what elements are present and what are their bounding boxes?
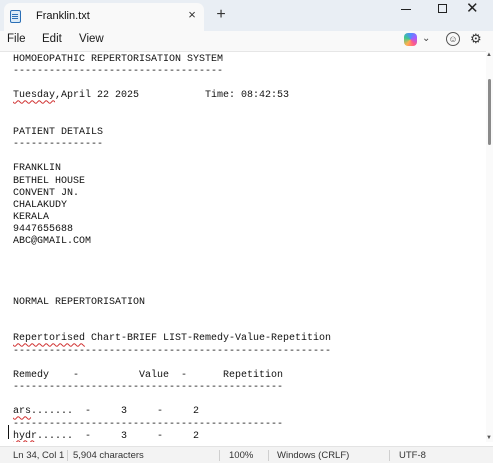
text-line: ----------------------------------------…	[13, 418, 284, 430]
cursor-position: Ln 34, Col 1	[13, 450, 65, 461]
line-rest: ,April 22 2025 Time: 08:42:53	[55, 90, 290, 102]
character-count: 5,904 characters	[73, 450, 144, 461]
text-line: ars....... - 3 - 2	[13, 406, 199, 418]
text-line: BETHEL HOUSE	[13, 175, 86, 187]
text-line: 9447655688	[13, 224, 74, 236]
status-bar: Ln 34, Col 1 5,904 characters 100% Windo…	[0, 446, 493, 463]
close-tab-button[interactable]: ×	[184, 7, 200, 23]
notepad-icon	[10, 10, 21, 23]
scroll-down-icon[interactable]: ▼	[486, 434, 492, 442]
line-rest: ...... - 3 - 2	[37, 430, 200, 442]
scroll-up-icon[interactable]: ▲	[486, 51, 492, 59]
status-divider	[389, 450, 390, 461]
menu-bar: File Edit View ⌄ ☺ ⚙	[0, 31, 493, 51]
spellcheck-word: Repertorised	[13, 333, 86, 345]
text-line: ----------------------------------------…	[13, 345, 332, 357]
copilot-icon[interactable]	[404, 33, 417, 46]
text-line: ---------------	[13, 139, 104, 151]
status-divider	[67, 450, 68, 461]
text-line: -----------------------------------	[13, 66, 224, 78]
text-line: CHALAKUDY	[13, 199, 68, 211]
text-line: hydr...... - 3 - 2	[13, 431, 199, 442]
text-line: Repertorised Chart-BRIEF LIST-Remedy-Val…	[13, 333, 331, 345]
new-tab-button[interactable]: +	[212, 6, 230, 24]
gear-icon[interactable]: ⚙	[470, 31, 482, 47]
text-line: PATIENT DETAILS	[13, 126, 104, 138]
text-line: NORMAL REPERTORISATION	[13, 297, 146, 308]
text-editor[interactable]: HOMOEOPATHIC REPERTORISATION SYSTEM -----…	[0, 51, 493, 442]
zoom-level[interactable]: 100%	[229, 450, 253, 461]
menu-edit[interactable]: Edit	[42, 33, 62, 45]
status-divider	[219, 450, 220, 461]
encoding[interactable]: UTF-8	[399, 450, 426, 461]
text-line: FRANKLIN	[13, 163, 62, 175]
line-rest: ....... - 3 - 2	[31, 406, 200, 418]
chevron-down-icon[interactable]: ⌄	[422, 33, 430, 44]
text-line: CONVENT JN.	[13, 187, 80, 199]
line-rest: Chart-BRIEF LIST-Remedy-Value-Repetition	[85, 333, 332, 345]
spellcheck-word: ars	[13, 406, 32, 418]
text-caret	[8, 425, 9, 439]
text-line: Tuesday,April 22 2025 Time: 08:42:53	[13, 90, 289, 102]
minimize-icon	[401, 9, 411, 10]
scroll-thumb[interactable]	[488, 79, 491, 145]
text-line: HOMOEOPATHIC REPERTORISATION SYSTEM	[13, 54, 224, 65]
menu-file[interactable]: File	[7, 33, 26, 45]
line-ending[interactable]: Windows (CRLF)	[277, 450, 349, 461]
text-line: KERALA	[13, 211, 50, 223]
close-window-button[interactable]: ✕	[466, 1, 479, 16]
tab-franklin[interactable]: Franklin.txt ×	[4, 3, 204, 31]
menu-view[interactable]: View	[79, 33, 104, 45]
text-line: ABC@GMAIL.COM	[13, 236, 92, 248]
text-line: Remedy - Value - Repetition	[13, 369, 284, 381]
spellcheck-word: hydr	[13, 430, 38, 442]
vertical-scrollbar[interactable]: ▲ ▼	[486, 51, 493, 442]
title-bar: Franklin.txt × + ✕	[0, 0, 493, 31]
account-icon[interactable]: ☺	[446, 32, 460, 46]
status-divider	[268, 450, 269, 461]
maximize-icon	[438, 4, 447, 13]
tab-title: Franklin.txt	[36, 10, 90, 22]
text-line: ----------------------------------------…	[13, 382, 284, 394]
spellcheck-word: Tuesday	[13, 90, 56, 102]
